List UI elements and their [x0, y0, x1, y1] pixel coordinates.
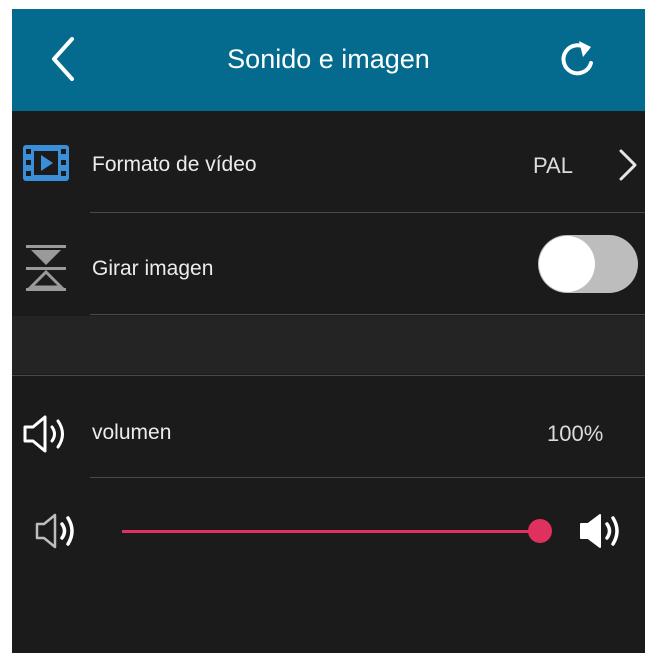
video-format-label: Formato de vídeo	[92, 153, 257, 176]
refresh-icon	[561, 41, 593, 76]
rotate-image-label: Girar imagen	[92, 257, 214, 280]
volume-label: volumen	[92, 421, 172, 444]
volume-slider-track[interactable]	[122, 530, 540, 533]
volume-row: volumen 100%	[12, 376, 645, 477]
section-spacer	[12, 316, 645, 374]
screen: Sonido e imagen Formato de vídeo PAL Gir…	[12, 9, 645, 653]
video-format-value: PAL	[533, 153, 573, 178]
volume-high-icon	[580, 514, 619, 548]
page-title: Sonido e imagen	[227, 44, 430, 74]
film-icon	[23, 145, 69, 181]
rotate-image-toggle[interactable]	[538, 235, 638, 293]
volume-value: 100%	[547, 421, 604, 446]
divider	[90, 314, 645, 315]
refresh-button[interactable]	[554, 33, 602, 85]
volume-low-icon	[35, 513, 74, 549]
speaker-icon	[23, 415, 64, 453]
volume-slider-row	[12, 478, 645, 558]
flip-icon	[26, 245, 66, 291]
app-header: Sonido e imagen	[12, 9, 645, 111]
volume-slider-thumb[interactable]	[528, 519, 552, 543]
video-format-row[interactable]: Formato de vídeo PAL	[12, 111, 645, 213]
chevron-right-icon	[619, 149, 637, 181]
toggle-knob	[539, 236, 595, 292]
